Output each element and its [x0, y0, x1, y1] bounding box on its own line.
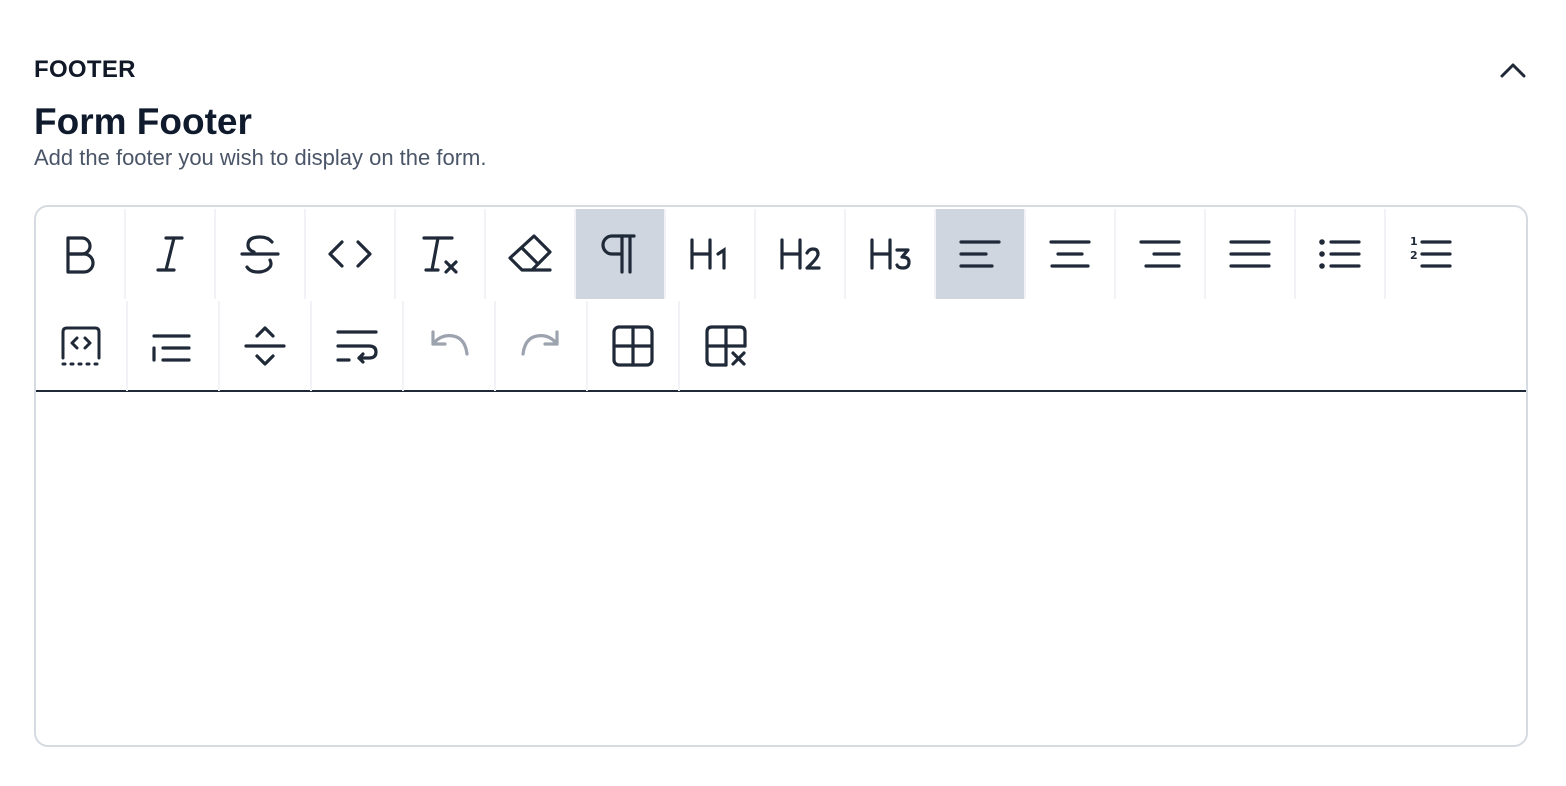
delete-table-icon	[705, 325, 747, 367]
toolbar-row-2	[36, 301, 772, 391]
bold-icon	[66, 236, 95, 274]
hard-break-button[interactable]	[312, 301, 404, 391]
editor-content[interactable]	[36, 392, 1526, 745]
clear-format-button[interactable]	[396, 209, 486, 299]
heading-2-icon	[780, 238, 821, 270]
horizontal-rule-icon	[244, 326, 286, 366]
insert-table-button[interactable]	[588, 301, 680, 391]
align-right-icon	[1139, 240, 1181, 268]
field-title: Form Footer	[34, 101, 252, 142]
insert-table-icon	[612, 325, 654, 367]
rich-text-editor: 1 2	[34, 205, 1528, 747]
paragraph-button[interactable]	[576, 209, 666, 299]
paragraph-icon	[601, 234, 636, 274]
toolbar-row-1: 1 2	[36, 209, 1476, 299]
section-header: FOOTER	[34, 56, 1530, 86]
section-title: FOOTER	[34, 56, 136, 83]
align-left-button[interactable]	[936, 209, 1026, 299]
align-center-icon	[1049, 240, 1091, 268]
italic-icon	[156, 236, 184, 272]
delete-table-button[interactable]	[680, 301, 772, 391]
strikethrough-icon	[240, 235, 280, 274]
heading-2-button[interactable]	[756, 209, 846, 299]
heading-1-icon	[690, 238, 726, 270]
strikethrough-button[interactable]	[216, 209, 306, 299]
code-block-button[interactable]	[36, 301, 128, 391]
heading-3-icon	[870, 238, 911, 270]
align-left-icon	[959, 240, 1001, 268]
redo-button[interactable]	[496, 301, 588, 391]
code-block-icon	[61, 326, 101, 366]
code-button[interactable]	[306, 209, 396, 299]
undo-icon	[431, 330, 469, 356]
editor-toolbar: 1 2	[36, 207, 1526, 392]
svg-text:1: 1	[1410, 235, 1418, 248]
hard-break-icon	[336, 330, 378, 364]
align-center-button[interactable]	[1026, 209, 1116, 299]
collapse-button[interactable]	[1496, 54, 1530, 88]
align-justify-icon	[1229, 240, 1271, 268]
heading-3-button[interactable]	[846, 209, 936, 299]
eraser-icon	[508, 234, 552, 272]
redo-icon	[521, 330, 559, 356]
indent-button[interactable]	[128, 301, 220, 391]
eraser-button[interactable]	[486, 209, 576, 299]
heading-1-button[interactable]	[666, 209, 756, 299]
code-icon	[328, 240, 372, 268]
svg-text:2: 2	[1410, 249, 1418, 262]
align-right-button[interactable]	[1116, 209, 1206, 299]
align-justify-button[interactable]	[1206, 209, 1296, 299]
chevron-up-icon	[1500, 63, 1526, 78]
bullet-list-button[interactable]	[1296, 209, 1386, 299]
ordered-list-icon: 1 2	[1410, 235, 1452, 268]
bold-button[interactable]	[36, 209, 126, 299]
indent-icon	[152, 334, 191, 362]
horizontal-rule-button[interactable]	[220, 301, 312, 391]
bullet-list-icon	[1319, 239, 1361, 269]
italic-button[interactable]	[126, 209, 216, 299]
ordered-list-button[interactable]: 1 2	[1386, 209, 1476, 299]
undo-button[interactable]	[404, 301, 496, 391]
clear-format-icon	[422, 236, 458, 274]
field-description: Add the footer you wish to display on th…	[34, 145, 487, 170]
